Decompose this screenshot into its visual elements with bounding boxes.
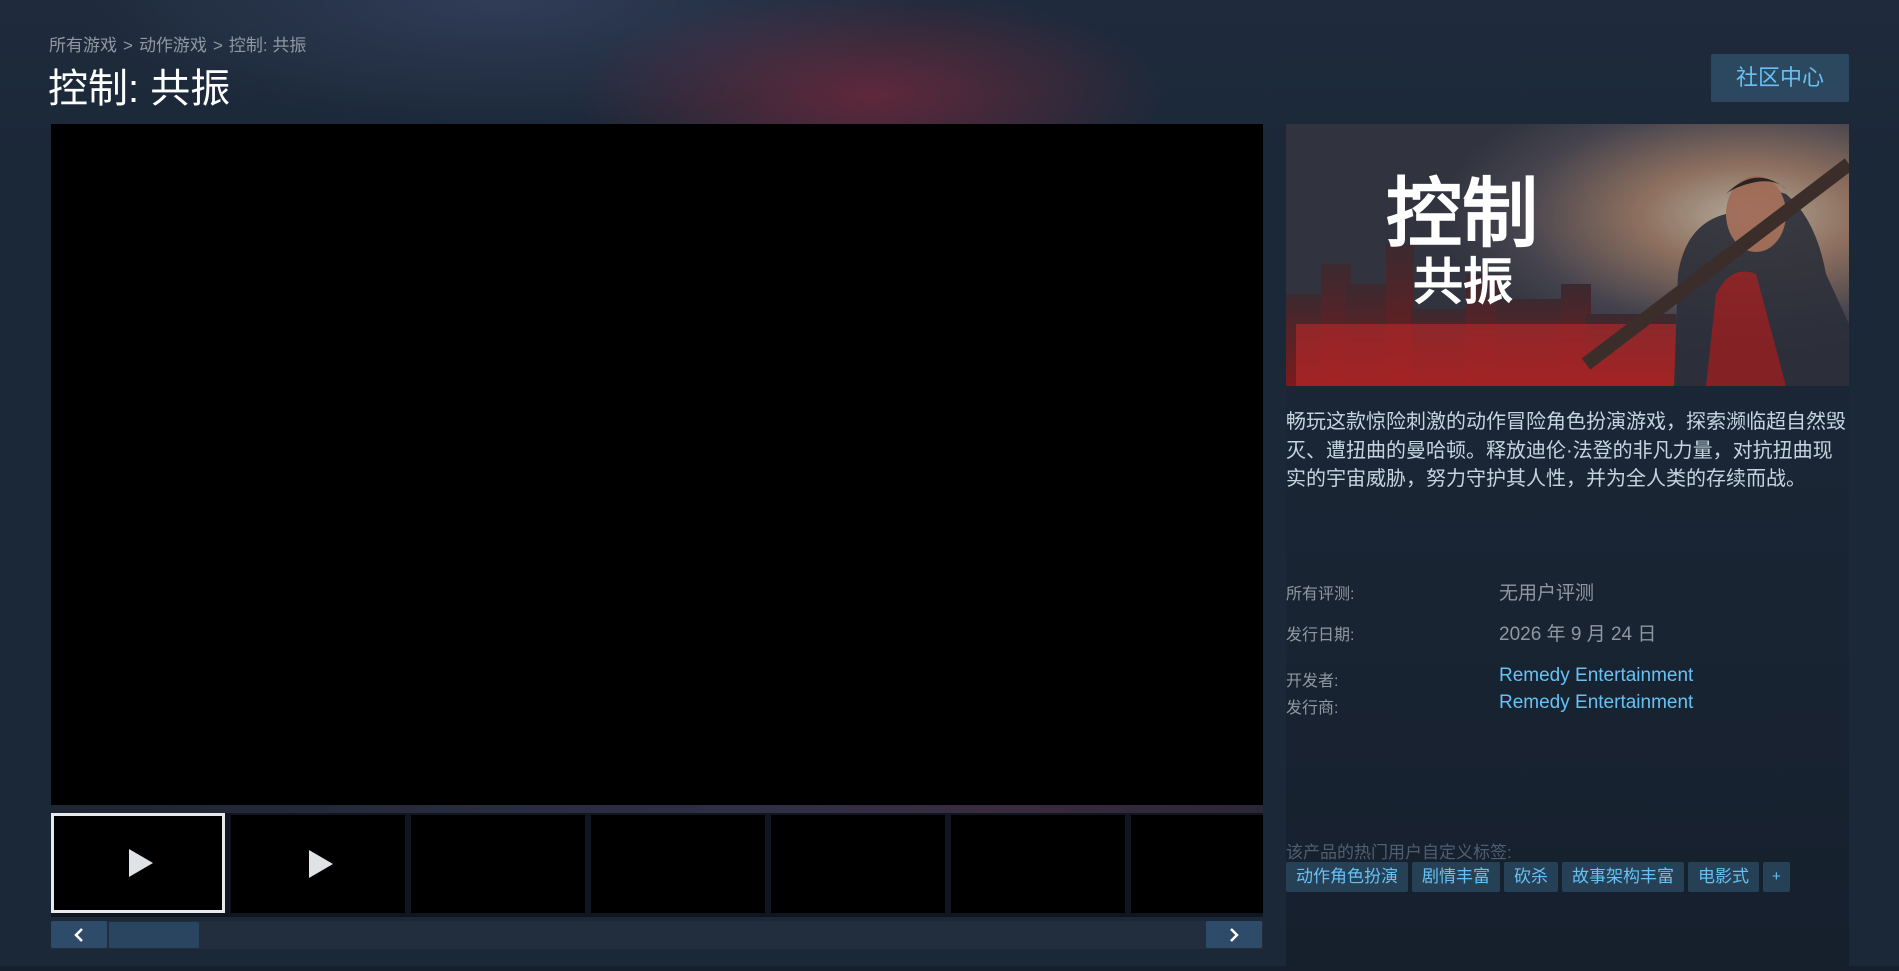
breadcrumb-separator: > (123, 36, 133, 55)
add-tag-button[interactable]: + (1763, 862, 1790, 892)
media-thumbnail-screenshot-3[interactable] (771, 815, 945, 913)
main-video-player[interactable] (51, 124, 1263, 805)
release-date-label: 发行日期: (1286, 627, 1355, 644)
media-thumbnail-video-2[interactable] (231, 815, 405, 913)
reviews-label: 所有评测: (1286, 586, 1355, 603)
capsule-title-line1: 控制 (1386, 169, 1538, 258)
tag-story-rich[interactable]: 剧情丰富 (1412, 862, 1500, 892)
tag-great-narrative[interactable]: 故事架构丰富 (1562, 862, 1684, 892)
media-slider-handle[interactable] (109, 922, 199, 948)
media-thumbnail-screenshot-2[interactable] (591, 815, 765, 913)
publisher-link[interactable]: Remedy Entertainment (1499, 692, 1693, 714)
capsule-title-line2: 共振 (1413, 253, 1513, 311)
media-thumbnail-screenshot-4[interactable] (951, 815, 1125, 913)
release-date-value: 2026 年 9 月 24 日 (1499, 624, 1657, 645)
play-icon (309, 850, 333, 878)
developer-link[interactable]: Remedy Entertainment (1499, 665, 1693, 687)
slider-next-button[interactable] (1206, 921, 1262, 948)
breadcrumb-separator: > (212, 36, 223, 55)
media-slider-track[interactable] (51, 921, 1263, 949)
game-capsule-image: 控制 共振 (1286, 124, 1849, 386)
user-tags-list: 动作角色扮演 剧情丰富 砍杀 故事架构丰富 电影式 + (1286, 862, 1790, 892)
play-icon (129, 849, 153, 877)
game-description: 畅玩这款惊险刺激的动作冒险角色扮演游戏，探索濒临超自然毁灭、遭扭曲的曼哈顿。释放… (1286, 411, 1846, 490)
breadcrumb-action-games[interactable]: 动作游戏 (139, 36, 207, 55)
media-thumbnail-screenshot-5[interactable] (1131, 815, 1263, 913)
tag-action-rpg[interactable]: 动作角色扮演 (1286, 862, 1408, 892)
user-tags-heading: 该产品的热门用户自定义标签: (1286, 843, 1512, 862)
breadcrumb-all-games[interactable]: 所有游戏 (49, 36, 117, 55)
community-hub-button[interactable]: 社区中心 (1711, 54, 1849, 102)
media-thumbnail-screenshot-1[interactable] (411, 815, 585, 913)
breadcrumb: 所有游戏 > 动作游戏 > 控制: 共振 (49, 31, 306, 56)
page-bottom-edge (0, 966, 1899, 971)
breadcrumb-current-game[interactable]: 控制: 共振 (229, 36, 306, 55)
media-highlight-strip (51, 805, 1263, 813)
chevron-left-icon (74, 928, 83, 942)
chevron-right-icon (1230, 928, 1239, 942)
media-thumbnail-strip (51, 813, 1263, 917)
publisher-label: 发行商: (1286, 700, 1339, 717)
media-thumbnail-video-1[interactable] (51, 813, 225, 913)
slider-prev-button[interactable] (51, 921, 107, 948)
reviews-value: 无用户评测 (1499, 583, 1595, 604)
tag-cinematic[interactable]: 电影式 (1688, 862, 1759, 892)
developer-label: 开发者: (1286, 673, 1339, 690)
tag-hack-and-slash[interactable]: 砍杀 (1504, 862, 1558, 892)
page-title: 控制: 共振 (48, 67, 231, 111)
